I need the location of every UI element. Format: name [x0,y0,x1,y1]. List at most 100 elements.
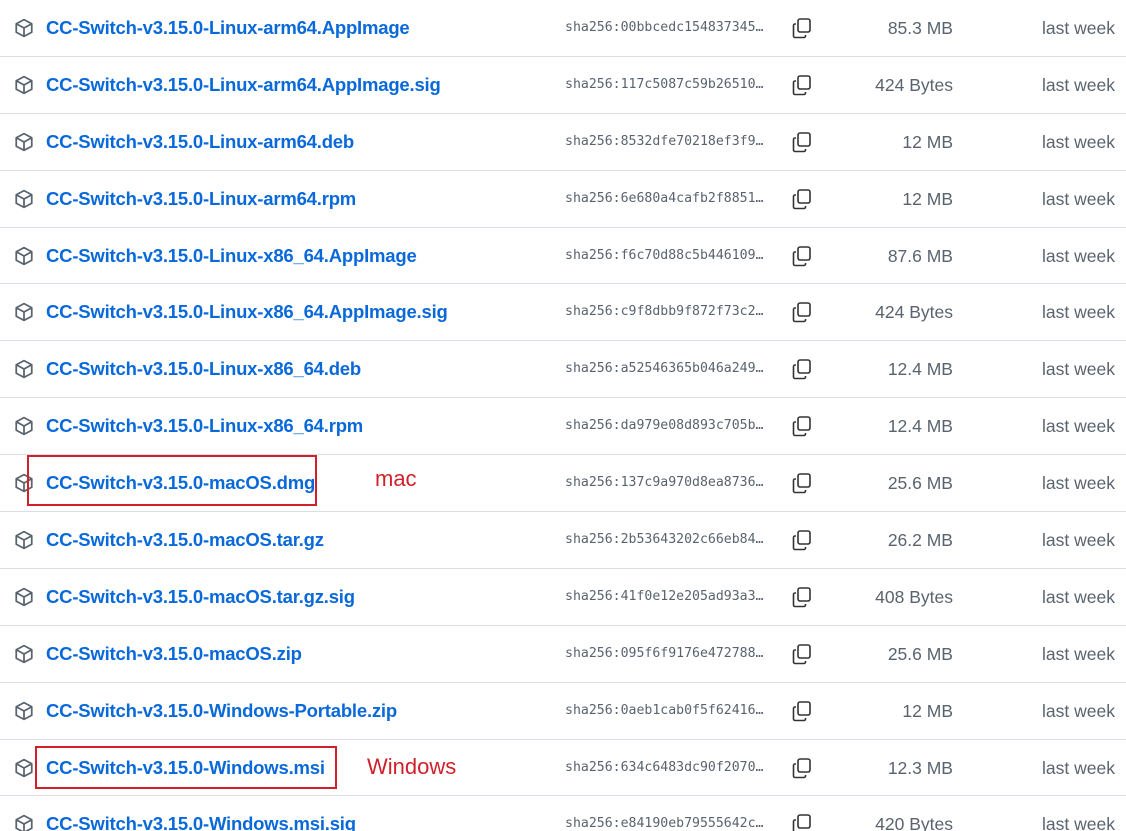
copy-icon [792,530,811,551]
asset-row: CC-Switch-v3.15.0-Linux-x86_64.rpm sha25… [0,398,1126,456]
mac-annotation-label: mac [375,466,417,491]
asset-size: 85.3 MB [887,18,953,38]
asset-download-link[interactable]: CC-Switch-v3.15.0-macOS.tar.gz.sig [46,586,355,608]
asset-download-link[interactable]: CC-Switch-v3.15.0-Windows.msi.sig [46,813,356,831]
asset-updated: last week [1042,74,1115,95]
copy-sha-button[interactable] [789,129,815,155]
asset-sha256: sha256:634c6483dc90f2070… [565,759,764,775]
asset-download-link[interactable]: CC-Switch-v3.15.0-Linux-x86_64.AppImage.… [46,301,448,323]
copy-icon [792,188,811,209]
asset-updated: last week [1042,302,1115,323]
asset-download-link[interactable]: CC-Switch-v3.15.0-Linux-x86_64.rpm [46,415,363,437]
asset-sha256: sha256:f6c70d88c5b446109… [565,247,764,263]
package-icon [15,758,33,777]
asset-size: 87.6 MB [887,245,953,266]
asset-row: CC-Switch-v3.15.0-Linux-x86_64.AppImage … [0,228,1126,285]
package-icon [15,473,33,493]
copy-sha-button[interactable] [789,527,815,553]
asset-size: 12 MB [902,131,953,152]
asset-sha256: sha256:6e680a4cafb2f8851… [565,190,764,206]
asset-download-link[interactable]: CC-Switch-v3.15.0-Windows.msi [46,757,325,779]
asset-sha256: sha256:8532dfe70218ef3f9… [565,133,764,149]
asset-row: CC-Switch-v3.15.0-Linux-arm64.rpm sha256… [0,171,1126,228]
copy-icon [792,245,811,266]
package-icon [15,587,33,607]
asset-row: CC-Switch-v3.15.0-macOS.zip sha256:095f6… [0,626,1126,683]
asset-download-link[interactable]: CC-Switch-v3.15.0-Linux-arm64.AppImage.s… [46,74,441,96]
asset-size: 12 MB [902,700,953,721]
asset-updated: last week [1042,643,1115,664]
copy-sha-button[interactable] [789,470,815,496]
package-icon [15,701,33,720]
copy-sha-button[interactable] [789,299,815,325]
asset-updated: last week [1042,18,1115,38]
asset-size: 408 Bytes [875,586,953,607]
copy-sha-button[interactable] [789,243,815,269]
asset-download-link[interactable]: CC-Switch-v3.15.0-macOS.tar.gz [46,529,324,551]
package-icon [15,132,33,152]
asset-sha256: sha256:a52546365b046a249… [565,361,764,377]
asset-size: 25.6 MB [887,473,953,494]
copy-sha-button[interactable] [789,72,815,98]
package-icon [15,360,33,379]
asset-updated: last week [1042,530,1115,551]
asset-size: 420 Bytes [875,814,953,831]
asset-updated: last week [1042,188,1115,209]
asset-size: 424 Bytes [875,302,953,323]
asset-updated: last week [1042,757,1115,778]
asset-size: 424 Bytes [875,74,953,95]
copy-sha-button[interactable] [789,641,815,667]
asset-row: CC-Switch-v3.15.0-Linux-x86_64.AppImage.… [0,284,1126,342]
asset-sha256: sha256:da979e08d893c705b… [565,418,764,434]
package-icon [15,18,33,38]
copy-sha-button[interactable] [789,413,815,439]
copy-sha-button[interactable] [789,698,815,724]
copy-icon [792,18,811,39]
asset-download-link[interactable]: CC-Switch-v3.15.0-Windows-Portable.zip [46,700,397,722]
asset-row: CC-Switch-v3.15.0-macOS.tar.gz sha256:2b… [0,512,1126,569]
asset-updated: last week [1042,700,1115,721]
asset-updated: last week [1042,359,1115,380]
copy-icon [792,757,811,778]
copy-sha-button[interactable] [789,356,815,382]
asset-sha256: sha256:2b53643202c66eb84… [565,532,764,548]
asset-download-link[interactable]: CC-Switch-v3.15.0-Linux-arm64.deb [46,131,354,153]
asset-size: 12 MB [902,188,953,209]
copy-icon [792,75,811,96]
asset-row: CC-Switch-v3.15.0-Linux-arm64.AppImage s… [0,0,1126,57]
asset-size: 26.2 MB [887,530,953,551]
asset-updated: last week [1042,586,1115,607]
copy-sha-button[interactable] [789,15,815,41]
asset-updated: last week [1042,814,1115,831]
package-icon [15,815,33,831]
asset-updated: last week [1042,131,1115,152]
package-icon [15,416,33,436]
package-icon [15,189,33,208]
copy-icon [792,587,811,608]
asset-download-link[interactable]: CC-Switch-v3.15.0-macOS.dmg [46,472,315,494]
copy-icon [792,131,811,153]
copy-sha-button[interactable] [789,811,815,831]
asset-sha256: sha256:00bbcedc154837345… [565,20,764,35]
asset-sha256: sha256:e84190eb79555642c… [565,816,764,831]
asset-updated: last week [1042,473,1115,494]
asset-download-link[interactable]: CC-Switch-v3.15.0-Linux-arm64.AppImage [46,17,410,39]
package-icon [15,530,33,550]
asset-size: 25.6 MB [887,643,953,664]
asset-download-link[interactable]: CC-Switch-v3.15.0-Linux-x86_64.deb [46,358,361,380]
asset-sha256: sha256:0aeb1cab0f5f62416… [565,702,764,718]
copy-icon [792,700,811,721]
package-icon [15,303,33,322]
asset-sha256: sha256:c9f8dbb9f872f73c2… [565,304,764,320]
copy-icon [792,359,811,380]
copy-sha-button[interactable] [789,755,815,781]
asset-download-link[interactable]: CC-Switch-v3.15.0-macOS.zip [46,643,302,665]
asset-download-link[interactable]: CC-Switch-v3.15.0-Linux-arm64.rpm [46,188,356,210]
asset-download-link[interactable]: CC-Switch-v3.15.0-Linux-x86_64.AppImage [46,245,417,267]
package-icon [15,75,33,95]
copy-sha-button[interactable] [789,186,815,212]
asset-size: 12.3 MB [887,757,953,778]
copy-sha-button[interactable] [789,584,815,610]
asset-row: CC-Switch-v3.15.0-macOS.tar.gz.sig sha25… [0,569,1126,626]
asset-sha256: sha256:137c9a970d8ea8736… [565,475,764,491]
